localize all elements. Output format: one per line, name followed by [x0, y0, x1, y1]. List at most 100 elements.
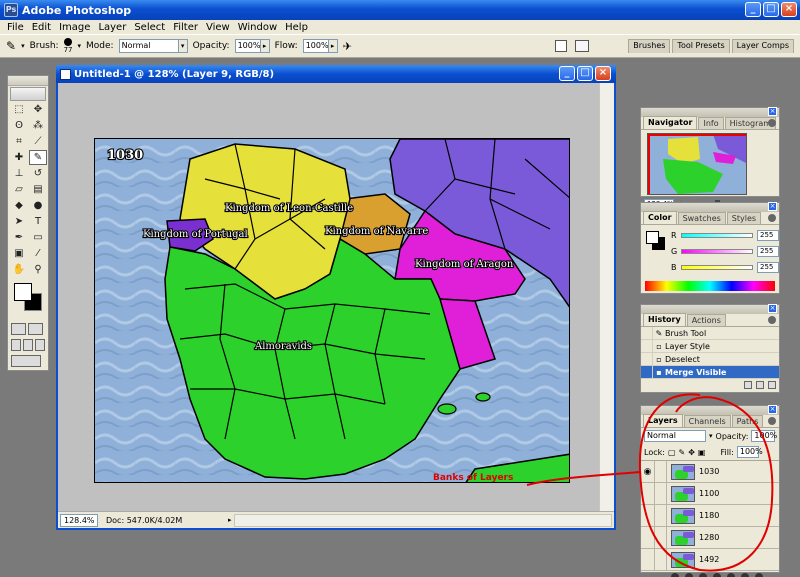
tab-color[interactable]: Color — [643, 211, 677, 224]
tab-styles[interactable]: Styles — [726, 212, 762, 224]
opacity-input[interactable]: 100% — [234, 39, 261, 53]
quick-mask-mode-icon[interactable] — [28, 323, 43, 335]
canvas-area[interactable]: 1030 Kingdom of Leon-Castille Kingdom of… — [58, 83, 614, 511]
magic-wand-tool-icon[interactable]: ⁂ — [29, 118, 47, 133]
blue-input[interactable]: 255 — [757, 262, 779, 273]
eye-hidden-box[interactable] — [641, 526, 655, 549]
history-item[interactable]: ✎ Brush Tool — [641, 326, 779, 340]
dodge-tool-icon[interactable]: ● — [29, 198, 47, 213]
document-titlebar[interactable]: Untitled-1 @ 128% (Layer 9, RGB/8) _ □ × — [56, 65, 616, 83]
status-menu-icon[interactable]: ▸ — [228, 516, 232, 524]
red-input[interactable]: 255 — [757, 230, 779, 241]
eye-icon[interactable]: ◉ — [641, 460, 655, 483]
history-item-selected[interactable]: ▪ Merge Visible — [641, 365, 779, 379]
shape-tool-icon[interactable]: ▭ — [29, 230, 47, 245]
standard-mode-icon[interactable] — [11, 323, 26, 335]
delete-layer-icon[interactable] — [755, 573, 763, 577]
lock-position-icon[interactable]: ✥ — [688, 448, 695, 457]
file-browser-icon[interactable] — [555, 40, 567, 52]
layer-style-icon[interactable] — [685, 573, 693, 577]
new-group-icon[interactable] — [727, 573, 735, 577]
zoom-tool-icon[interactable]: ⚲ — [29, 262, 47, 277]
eraser-tool-icon[interactable]: ▱ — [10, 182, 28, 197]
lock-all-icon[interactable]: ▣ — [698, 448, 706, 457]
menu-help[interactable]: Help — [281, 22, 312, 33]
layers-menu-icon[interactable] — [768, 417, 776, 425]
tool-preset-dropdown-icon[interactable]: ▾ — [21, 42, 25, 50]
layer-link-box[interactable] — [655, 504, 667, 527]
color-spectrum-ramp[interactable] — [645, 281, 775, 291]
hand-tool-icon[interactable]: ✋ — [10, 262, 28, 277]
full-screen-menu-icon[interactable] — [23, 339, 33, 351]
green-slider[interactable] — [681, 249, 753, 254]
link-layers-icon[interactable] — [671, 573, 679, 577]
slice-tool-icon[interactable]: ⟋ — [29, 134, 47, 149]
red-slider[interactable] — [681, 233, 753, 238]
navigator-close-icon[interactable]: × — [768, 107, 777, 116]
blue-slider[interactable] — [681, 265, 753, 270]
type-tool-icon[interactable]: T — [29, 214, 47, 229]
layer-row[interactable]: ◉ 1030 — [641, 460, 779, 483]
eye-hidden-box[interactable] — [641, 482, 655, 505]
gradient-tool-icon[interactable]: ▤ — [29, 182, 47, 197]
foreground-color-swatch[interactable] — [14, 283, 32, 301]
menu-select[interactable]: Select — [130, 22, 169, 33]
history-close-icon[interactable]: × — [768, 304, 777, 313]
new-layer-icon[interactable] — [741, 573, 749, 577]
document-minimize-button[interactable]: _ — [559, 66, 575, 81]
tab-actions[interactable]: Actions — [686, 314, 726, 326]
blend-mode-select[interactable]: Normal — [644, 430, 706, 442]
menu-window[interactable]: Window — [234, 22, 281, 33]
history-brush-tool-icon[interactable]: ↺ — [29, 166, 47, 181]
history-source-box[interactable] — [641, 352, 653, 366]
layer-row[interactable]: 1492 — [641, 548, 779, 571]
zoom-field[interactable]: 128.4% — [60, 513, 98, 527]
green-input[interactable]: 255 — [757, 246, 779, 257]
vertical-scrollbar[interactable] — [599, 83, 614, 511]
document-close-button[interactable]: × — [595, 66, 611, 81]
layers-close-icon[interactable]: × — [768, 405, 777, 414]
brush-picker[interactable]: 77 — [64, 38, 73, 54]
jump-to-imageready-icon[interactable] — [11, 355, 41, 367]
tools-palette-header[interactable] — [8, 76, 48, 86]
brush-tool-icon[interactable]: ✎ — [29, 150, 47, 165]
layer-row[interactable]: 1180 — [641, 504, 779, 527]
pen-tool-icon[interactable]: ✒ — [10, 230, 28, 245]
well-tab-layer-comps[interactable]: Layer Comps — [731, 39, 794, 53]
tab-history[interactable]: History — [643, 313, 686, 326]
healing-brush-tool-icon[interactable]: ✚ — [10, 150, 28, 165]
delete-state-icon[interactable] — [768, 380, 776, 389]
map-canvas[interactable]: 1030 Kingdom of Leon-Castille Kingdom of… — [94, 138, 570, 483]
menu-file[interactable]: File — [3, 22, 28, 33]
lock-transparency-icon[interactable]: ▢ — [668, 448, 676, 457]
tab-navigator[interactable]: Navigator — [643, 116, 698, 129]
horizontal-scrollbar[interactable] — [233, 513, 612, 527]
eyedropper-tool-icon[interactable]: ⁄ — [29, 246, 47, 261]
history-menu-icon[interactable] — [768, 316, 776, 324]
flow-input[interactable]: 100% — [302, 39, 329, 53]
palette-toggle-icon[interactable] — [575, 40, 589, 52]
new-snapshot-icon[interactable] — [756, 380, 764, 389]
history-item[interactable]: ▫ Deselect — [641, 352, 779, 366]
menu-edit[interactable]: Edit — [28, 22, 55, 33]
layer-link-box[interactable] — [655, 526, 667, 549]
well-tab-brushes[interactable]: Brushes — [628, 39, 671, 53]
layer-row[interactable]: 1280 — [641, 526, 779, 549]
menu-image[interactable]: Image — [55, 22, 94, 33]
color-menu-icon[interactable] — [768, 214, 776, 222]
lasso-tool-icon[interactable]: ʘ — [10, 118, 28, 133]
history-source-box[interactable] — [641, 339, 653, 353]
color-close-icon[interactable]: × — [768, 202, 777, 211]
layer-fill-input[interactable]: 100% — [736, 446, 763, 458]
navigator-preview[interactable] — [647, 133, 747, 195]
marquee-tool-icon[interactable]: ⬚ — [10, 102, 28, 117]
tab-info[interactable]: Info — [698, 117, 724, 129]
full-screen-icon[interactable] — [35, 339, 45, 351]
mode-dropdown-icon[interactable]: ▾ — [177, 39, 188, 53]
tab-paths[interactable]: Paths — [731, 415, 764, 427]
brush-dropdown-icon[interactable]: ▾ — [78, 42, 82, 50]
mode-select[interactable]: Normal — [118, 39, 179, 53]
history-source-box[interactable] — [641, 365, 653, 379]
layer-opacity-input[interactable]: 100% — [751, 430, 777, 442]
menu-view[interactable]: View — [202, 22, 234, 33]
